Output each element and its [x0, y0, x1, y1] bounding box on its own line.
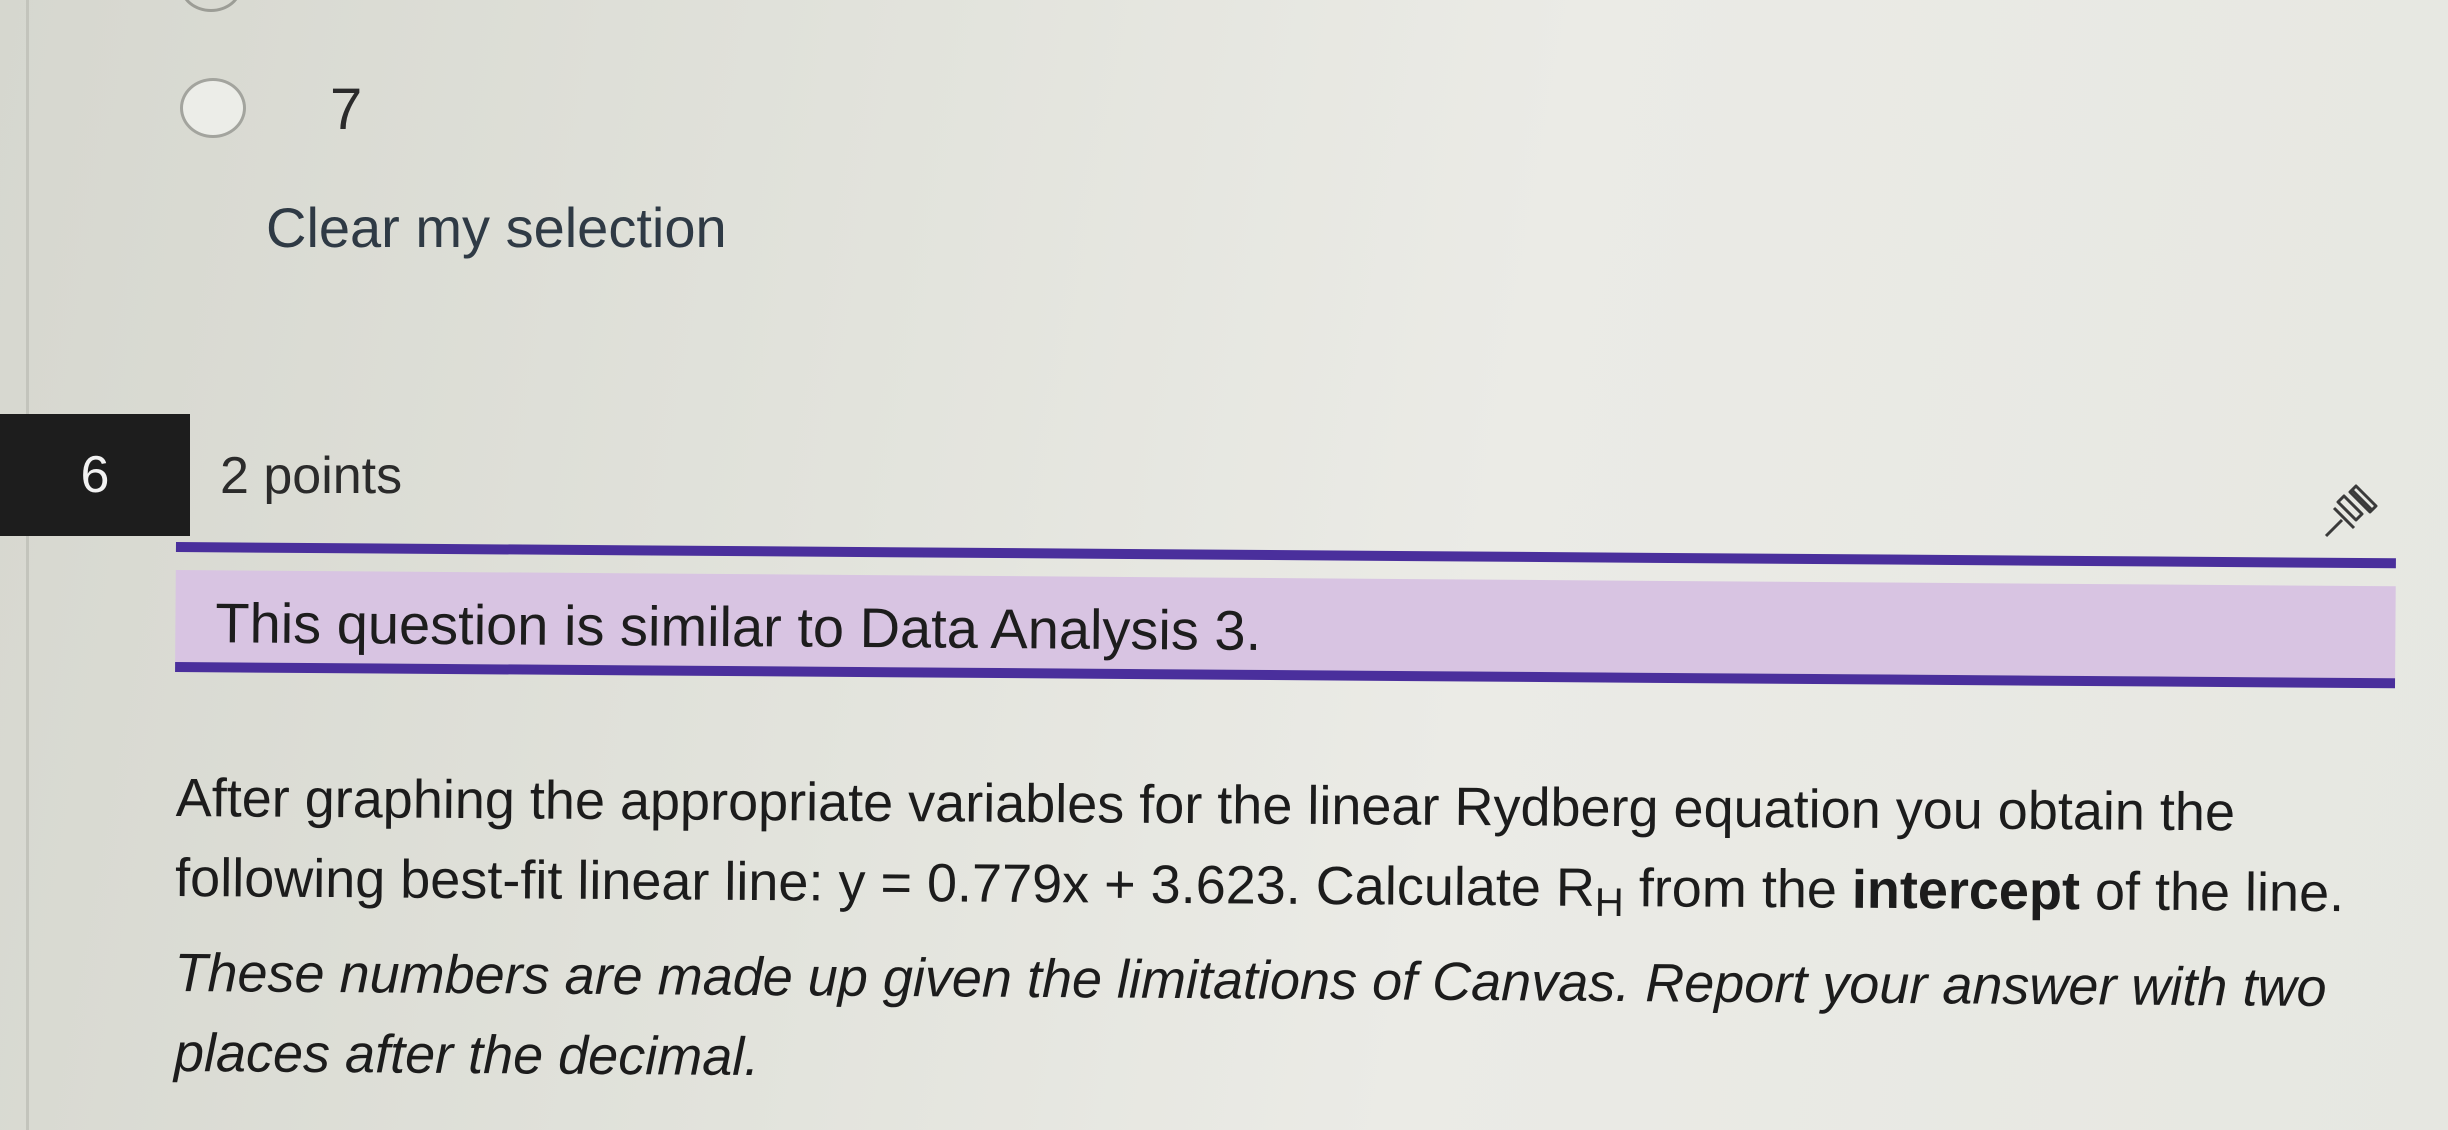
quiz-page: 7 Clear my selection 6 2 points This que…	[0, 0, 2448, 1130]
clear-selection-link[interactable]: Clear my selection	[266, 195, 727, 260]
question-border	[26, 0, 29, 1130]
option-label: 7	[330, 77, 363, 142]
callout-text: This question is similar to Data Analysi…	[215, 591, 1262, 662]
callout-top-border	[175, 542, 2396, 569]
intercept-emphasis: intercept	[1851, 859, 2081, 922]
question-text: After graphing the appropriate variables…	[174, 758, 2406, 1109]
question-text-part2: from the	[1623, 858, 1853, 920]
radio-button-partial[interactable]	[180, 0, 242, 12]
question-points: 2 points	[220, 447, 403, 505]
pin-icon[interactable]	[2314, 476, 2386, 548]
question-text-note: These numbers are made up given the limi…	[173, 942, 2327, 1088]
question-text-part3: of the line.	[2079, 861, 2345, 924]
question-number-badge: 6	[0, 414, 190, 536]
similar-question-callout: This question is similar to Data Analysi…	[175, 542, 2396, 718]
rh-subscript: H	[1594, 880, 1624, 926]
radio-button-option-7[interactable]	[180, 78, 246, 138]
question-number: 6	[80, 446, 110, 504]
